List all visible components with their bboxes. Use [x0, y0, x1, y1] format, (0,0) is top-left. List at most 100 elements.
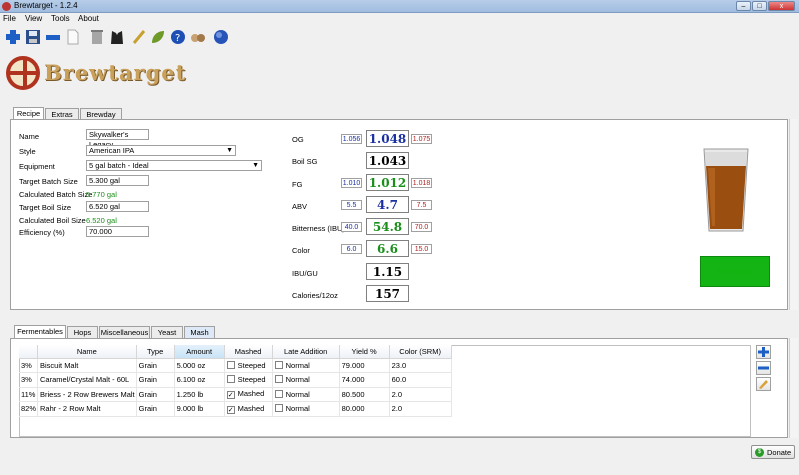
- close-button[interactable]: x: [768, 1, 795, 11]
- cell-amount[interactable]: 5.000 oz: [174, 358, 225, 373]
- col-late-addition[interactable]: Late Addition: [272, 345, 340, 359]
- cell-color[interactable]: 60.0: [389, 372, 452, 388]
- cell-late-addition[interactable]: Normal: [272, 401, 340, 417]
- cell-late-addition[interactable]: Normal: [272, 387, 340, 402]
- donate-label: Donate: [767, 448, 792, 457]
- menu-view[interactable]: View: [25, 14, 42, 23]
- minimize-button[interactable]: –: [736, 1, 751, 11]
- cell-name[interactable]: Briess - 2 Row Brewers Malt: [37, 387, 137, 402]
- mashed-checkbox[interactable]: ✓: [226, 391, 235, 400]
- ingredients-icon[interactable]: [190, 29, 206, 45]
- hop-leaf-icon[interactable]: [150, 29, 166, 45]
- mashed-text: Mashed: [237, 403, 265, 413]
- cell-type[interactable]: Grain: [136, 358, 175, 373]
- brewer-coat-icon[interactable]: [109, 29, 125, 45]
- style-select[interactable]: American IPA ▼: [86, 145, 236, 156]
- add-fermentable-button[interactable]: [756, 345, 771, 359]
- tab-yeast[interactable]: Yeast: [151, 326, 183, 338]
- late-addition-checkbox[interactable]: [274, 375, 283, 384]
- efficiency-label: Efficiency (%): [19, 228, 65, 237]
- col-yield[interactable]: Yield %: [339, 345, 390, 359]
- col-color-srm[interactable]: Color (SRM): [389, 345, 452, 359]
- mashed-checkbox[interactable]: [226, 360, 235, 369]
- cell-yield[interactable]: 74.000: [339, 372, 390, 388]
- cell-late-addition[interactable]: Normal: [272, 372, 340, 388]
- efficiency-input[interactable]: 70.000: [86, 226, 149, 237]
- target-boil-input[interactable]: 6.520 gal: [86, 201, 149, 212]
- help-icon[interactable]: ?: [170, 29, 186, 45]
- late-addition-text: Normal: [285, 360, 310, 370]
- maximize-button[interactable]: □: [752, 1, 767, 11]
- col-amount[interactable]: Amount: [174, 345, 225, 359]
- table-row[interactable]: 82% Rahr - 2 Row Malt Grain 9.000 lb ✓ Ma…: [19, 401, 452, 417]
- cell-amount[interactable]: 9.000 lb: [174, 401, 225, 417]
- col-name[interactable]: Name: [37, 345, 137, 359]
- cell-yield[interactable]: 79.000: [339, 358, 390, 373]
- fermentables-table: Name Type Amount Mashed Late Addition Yi…: [19, 345, 452, 417]
- table-row[interactable]: 11% Briess - 2 Row Brewers Malt Grain 1.…: [19, 387, 452, 402]
- remove-fermentable-button[interactable]: [756, 361, 771, 375]
- cell-yield[interactable]: 80.500: [339, 387, 390, 402]
- cell-color[interactable]: 2.0: [389, 387, 452, 402]
- save-icon[interactable]: [25, 29, 41, 45]
- cell-color[interactable]: 23.0: [389, 358, 452, 373]
- col-mashed[interactable]: Mashed: [224, 345, 273, 359]
- ingredients-scrollbar[interactable]: [789, 338, 798, 438]
- cell-yield[interactable]: 80.000: [339, 401, 390, 417]
- menu-tools[interactable]: Tools: [51, 14, 70, 23]
- cell-type[interactable]: Grain: [136, 372, 175, 388]
- col-type[interactable]: Type: [136, 345, 175, 359]
- mashed-checkbox[interactable]: [226, 375, 235, 384]
- calc-batch-value: 5.770 gal: [86, 190, 117, 199]
- late-addition-checkbox[interactable]: [274, 389, 283, 398]
- globe-icon[interactable]: [213, 29, 229, 45]
- equipment-select[interactable]: 5 gal batch - Ideal ▼: [86, 160, 262, 171]
- tab-miscellaneous[interactable]: Miscellaneous: [99, 326, 150, 338]
- cell-mashed[interactable]: ✓ Mashed: [224, 387, 273, 402]
- trash-icon[interactable]: [89, 29, 105, 45]
- donate-button[interactable]: $ Donate: [751, 445, 795, 459]
- cell-type[interactable]: Grain: [136, 387, 175, 402]
- cell-type[interactable]: Grain: [136, 401, 175, 417]
- recipe-scrollbar[interactable]: [789, 119, 798, 310]
- cell-mashed[interactable]: ✓ Mashed: [224, 401, 273, 417]
- ibu-min: 40.0: [341, 222, 362, 232]
- tab-mash[interactable]: Mash: [184, 326, 215, 338]
- cell-name[interactable]: Caramel/Crystal Malt - 60L: [37, 372, 137, 388]
- late-addition-checkbox[interactable]: [274, 360, 283, 369]
- remove-recipe-icon[interactable]: [45, 29, 61, 45]
- col-percent[interactable]: [19, 345, 39, 359]
- cell-late-addition[interactable]: Normal: [272, 358, 340, 373]
- cell-color[interactable]: 2.0: [389, 401, 452, 417]
- cell-name[interactable]: Rahr - 2 Row Malt: [37, 401, 137, 417]
- recipe-name-input[interactable]: Skywalker's Legacy: [86, 129, 149, 149]
- wheat-icon[interactable]: [131, 29, 147, 45]
- cell-mashed[interactable]: Steeped: [224, 358, 273, 373]
- cell-name[interactable]: Biscuit Malt: [37, 358, 137, 373]
- tab-fermentables[interactable]: Fermentables: [14, 325, 66, 338]
- edit-fermentable-button[interactable]: [756, 377, 771, 391]
- style-label: Style: [19, 147, 36, 156]
- menu-file[interactable]: File: [3, 14, 16, 23]
- color-min: 6.0: [341, 244, 362, 254]
- late-addition-checkbox[interactable]: [274, 404, 283, 413]
- table-row[interactable]: 3% Caramel/Crystal Malt - 60L Grain 6.10…: [19, 372, 452, 388]
- cell-amount[interactable]: 6.100 oz: [174, 372, 225, 388]
- document-icon[interactable]: [65, 29, 81, 45]
- cell-amount[interactable]: 1.250 lb: [174, 387, 225, 402]
- mashed-checkbox[interactable]: ✓: [226, 405, 235, 414]
- chevron-down-icon: ▼: [252, 162, 259, 169]
- table-row[interactable]: 3% Biscuit Malt Grain 5.000 oz Steeped N…: [19, 358, 452, 373]
- equipment-label: Equipment: [19, 162, 55, 171]
- tab-hops[interactable]: Hops: [67, 326, 98, 338]
- minus-icon: [758, 366, 769, 370]
- new-recipe-icon[interactable]: [5, 29, 21, 45]
- style-verdict-badge: Way hoppy: [700, 256, 770, 287]
- target-boil-label: Target Boil Size: [19, 203, 72, 212]
- target-batch-label: Target Batch Size: [19, 177, 78, 186]
- calc-boil-value: 6.520 gal: [86, 216, 117, 225]
- target-batch-input[interactable]: 5.300 gal: [86, 175, 149, 186]
- cell-mashed[interactable]: Steeped: [224, 372, 273, 388]
- menu-about[interactable]: About: [78, 14, 99, 23]
- calc-batch-label: Calculated Batch Size: [19, 190, 93, 199]
